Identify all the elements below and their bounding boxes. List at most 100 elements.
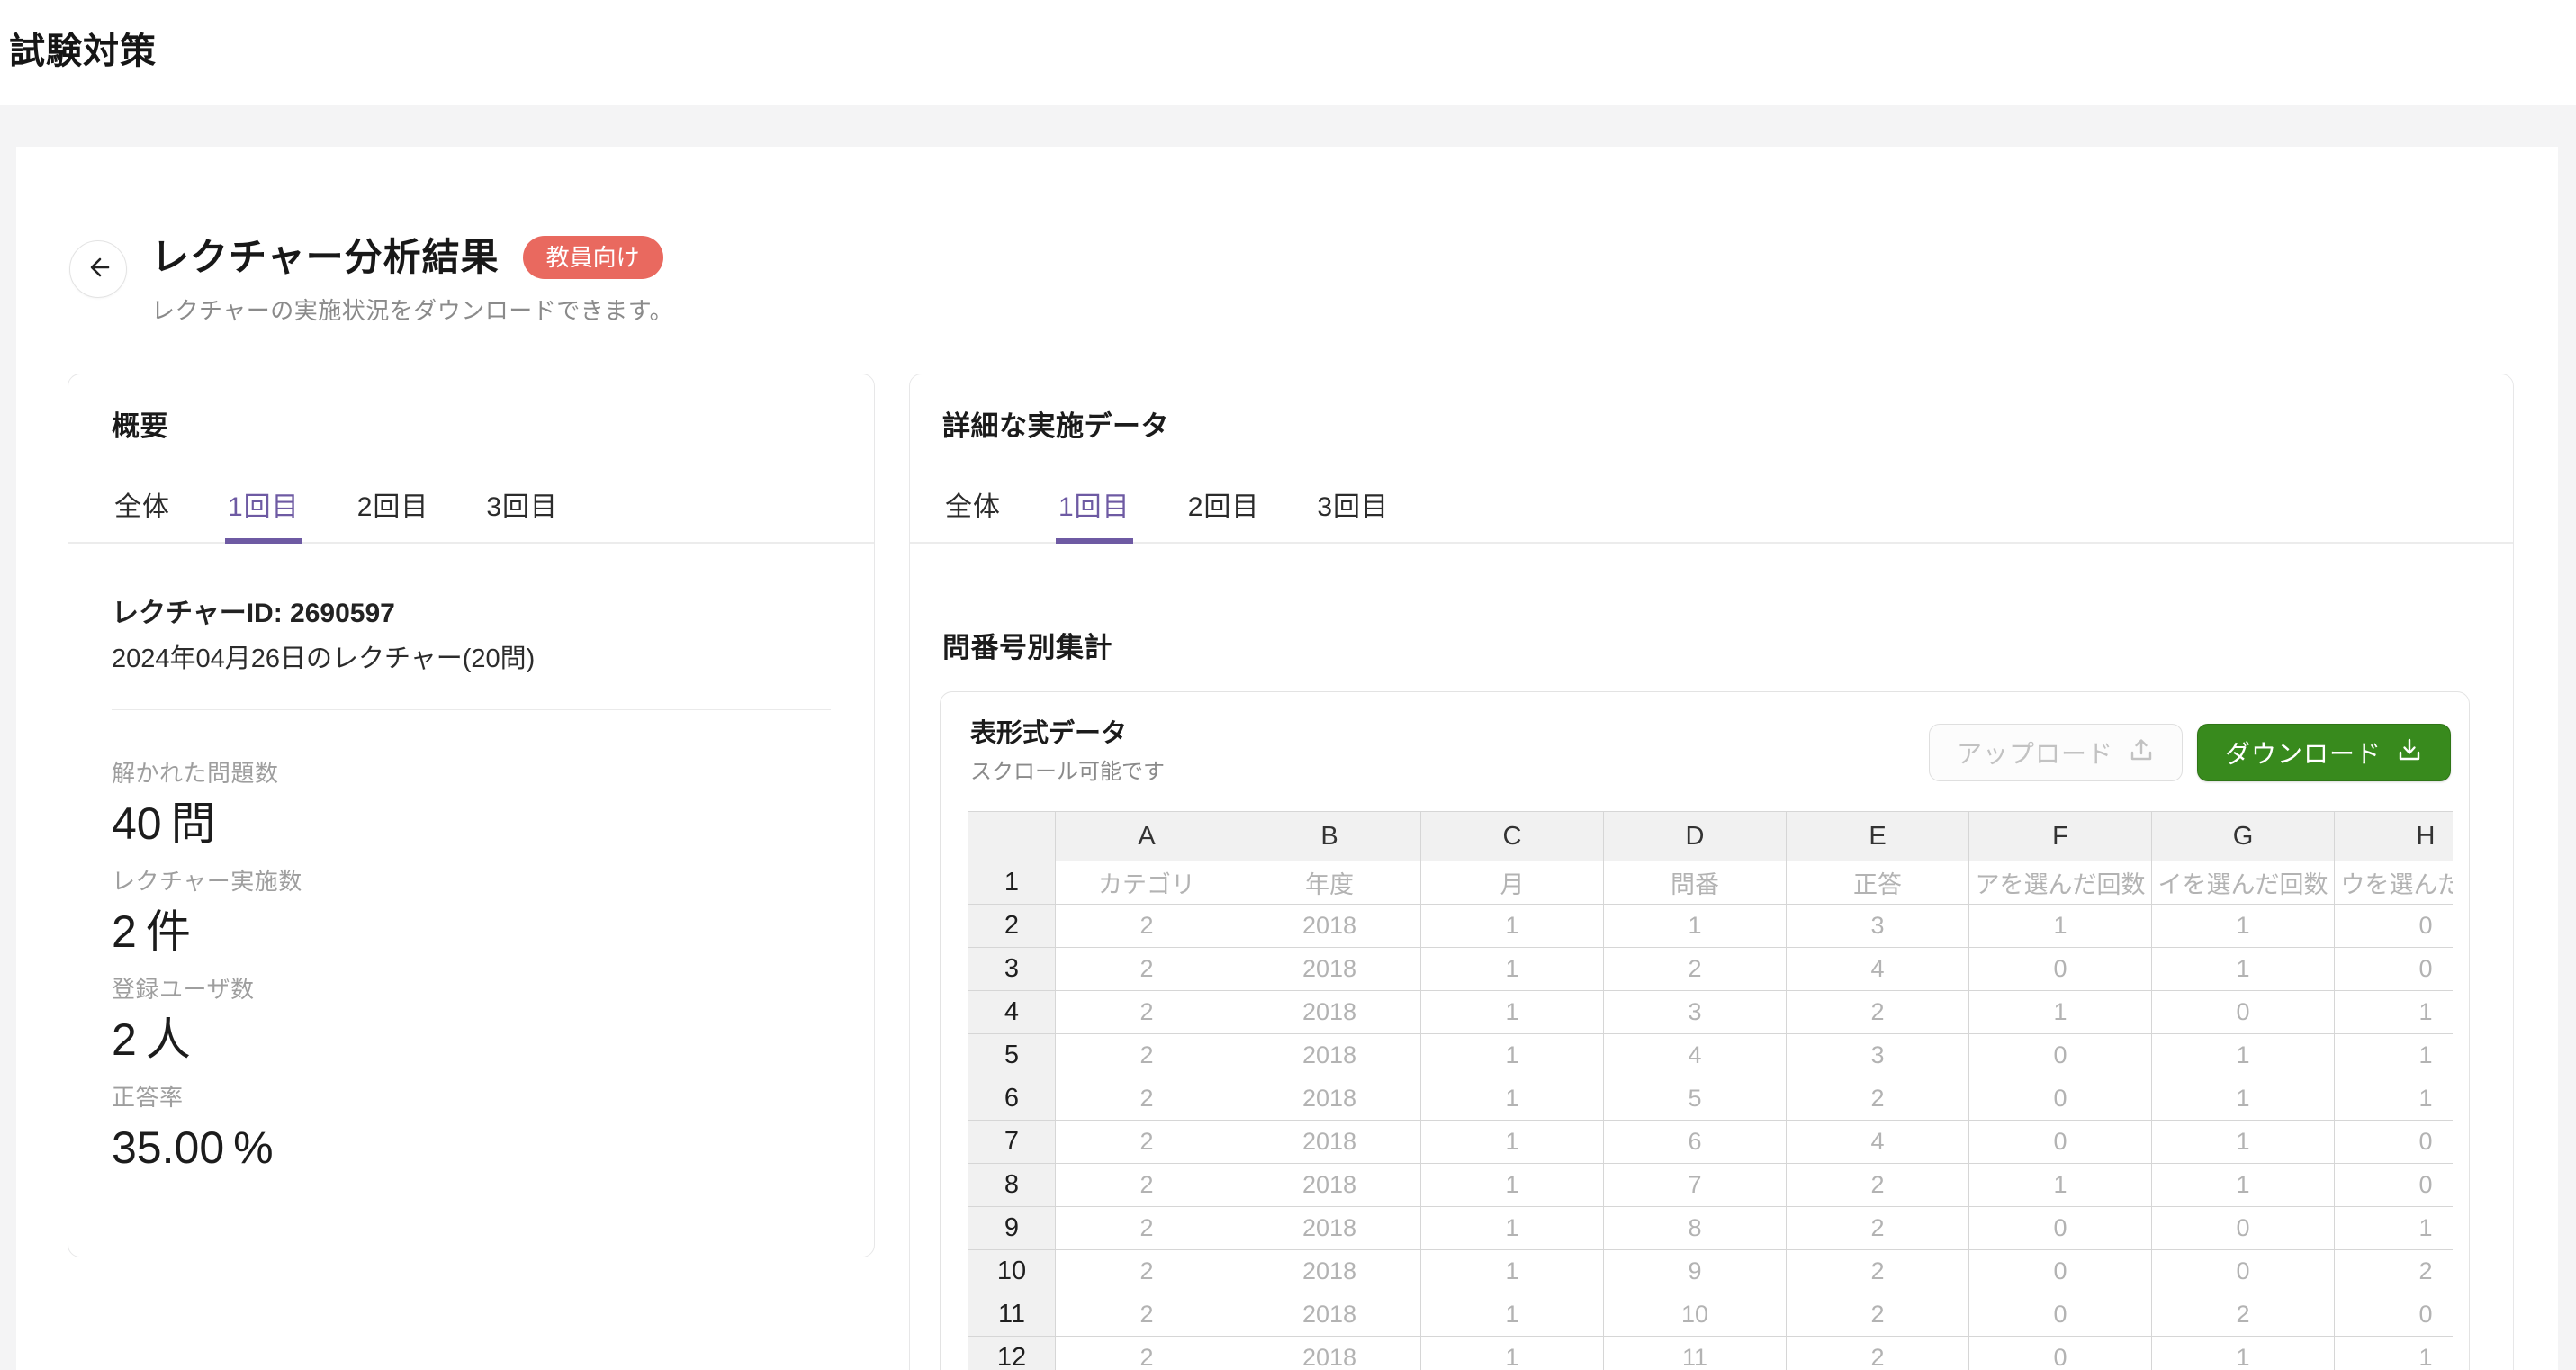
data-cell: 3: [1787, 1034, 1969, 1077]
data-cell: 1: [1421, 905, 1604, 948]
data-cell: 2018: [1238, 1121, 1421, 1164]
data-cell: ウを選んだ回数: [2335, 861, 2454, 905]
data-cell: 2018: [1238, 1207, 1421, 1250]
data-cell: 2: [2335, 1250, 2454, 1293]
data-cell: 1: [2335, 1034, 2454, 1077]
tab-attempt-1[interactable]: 1回目: [1056, 470, 1133, 544]
data-cell: 0: [1969, 1337, 2152, 1370]
overview-panel: 概要 全体1回目2回目3回目 レクチャーID: 2690597 2024年04月…: [68, 374, 875, 1257]
data-cell: 3: [1787, 905, 1969, 948]
data-cell: 1: [2152, 1164, 2335, 1207]
data-cell: 正答: [1787, 861, 1969, 905]
data-cell: 1: [2152, 1077, 2335, 1121]
data-cell: 1: [1421, 1121, 1604, 1164]
data-cell: 0: [1969, 948, 2152, 991]
tab-attempt-3[interactable]: 3回目: [1314, 470, 1392, 544]
data-cell: 1: [1421, 1250, 1604, 1293]
row-number: 9: [968, 1207, 1056, 1250]
row-number: 10: [968, 1250, 1056, 1293]
data-cell: 2: [1787, 1207, 1969, 1250]
data-cell: 0: [1969, 1121, 2152, 1164]
detail-panel-title: 詳細な実施データ: [942, 403, 1169, 444]
data-cell: 2: [1056, 1337, 1238, 1370]
data-cell: 2: [1787, 1077, 1969, 1121]
tab-all[interactable]: 全体: [112, 470, 173, 544]
row-number: 7: [968, 1121, 1056, 1164]
download-button[interactable]: ダウンロード: [2197, 724, 2451, 781]
data-cell: 2018: [1238, 1034, 1421, 1077]
stat-value: 35.00%: [112, 1122, 302, 1174]
row-number: 8: [968, 1164, 1056, 1207]
data-cell: 0: [2335, 1121, 2454, 1164]
data-cell: 2018: [1238, 1250, 1421, 1293]
download-icon: [2396, 736, 2423, 770]
stat-lecture-count: レクチャー実施数2件: [112, 866, 302, 958]
table-row: 422018132101: [968, 991, 2454, 1034]
row-number: 4: [968, 991, 1056, 1034]
row-number: 2: [968, 905, 1056, 948]
data-cell: 5: [1604, 1077, 1787, 1121]
back-button[interactable]: [69, 240, 127, 298]
tab-attempt-3[interactable]: 3回目: [483, 470, 561, 544]
overview-stats: 解かれた問題数40問レクチャー実施数2件登録ユーザ数2人正答率35.00%: [112, 758, 302, 1190]
data-cell: 0: [1969, 1077, 2152, 1121]
per-question-section-title: 問番号別集計: [942, 625, 1112, 665]
arrow-left-icon: [85, 254, 112, 285]
data-cell: 0: [2335, 905, 2454, 948]
table-row: 222018113110: [968, 905, 2454, 948]
stat-correct-rate: 正答率35.00%: [112, 1082, 302, 1174]
data-cell: 2: [1056, 1293, 1238, 1337]
data-cell: 2: [1787, 1250, 1969, 1293]
data-cell: 2: [1787, 1293, 1969, 1337]
data-cell: 2: [1056, 948, 1238, 991]
download-button-label: ダウンロード: [2225, 735, 2382, 771]
data-cell: 2018: [1238, 1337, 1421, 1370]
row-number: 12: [968, 1337, 1056, 1370]
data-cell: 6: [1604, 1121, 1787, 1164]
data-cell: カテゴリ: [1056, 861, 1238, 905]
table-row: 922018182001: [968, 1207, 2454, 1250]
spreadsheet-scroll-area[interactable]: ABCDEFGH1カテゴリ年度月問番正答アを選んだ回数イを選んだ回数ウを選んだ回…: [968, 811, 2453, 1370]
data-cell: 2: [1787, 1337, 1969, 1370]
data-cell: 1: [2152, 1034, 2335, 1077]
analysis-title: レクチャー分析結果: [151, 233, 500, 282]
row-number: 1: [968, 861, 1056, 905]
analysis-subtitle: レクチャーの実施状況をダウンロードできます。: [151, 293, 673, 326]
table-card: 表形式データ スクロール可能です アップロード ダウンロード: [940, 691, 2470, 1370]
tab-attempt-1[interactable]: 1回目: [225, 470, 302, 544]
table-row: 1022018192002: [968, 1250, 2454, 1293]
data-cell: 0: [1969, 1293, 2152, 1337]
overview-tabs: 全体 1回目 2回目 3回目: [68, 470, 874, 544]
data-cell: 2: [1056, 991, 1238, 1034]
detail-tabs: 全体 1回目 2回目 3回目: [910, 470, 2513, 544]
lecture-id: レクチャーID: 2690597: [112, 590, 395, 630]
data-cell: 1: [2152, 948, 2335, 991]
data-cell: 2: [1056, 1121, 1238, 1164]
table-card-title: 表形式データ: [970, 712, 1127, 750]
data-cell: 1: [1421, 1034, 1604, 1077]
data-cell: 4: [1787, 1121, 1969, 1164]
data-cell: 1: [1969, 905, 2152, 948]
tab-all[interactable]: 全体: [942, 470, 1004, 544]
data-cell: 2: [1787, 1164, 1969, 1207]
data-cell: 2: [1604, 948, 1787, 991]
data-cell: 1: [2335, 991, 2454, 1034]
row-number: 5: [968, 1034, 1056, 1077]
data-cell: 1: [1421, 948, 1604, 991]
data-cell: 1: [1421, 1293, 1604, 1337]
tab-attempt-2[interactable]: 2回目: [355, 470, 432, 544]
data-cell: 2018: [1238, 1293, 1421, 1337]
data-cell: 0: [2152, 991, 2335, 1034]
row-number: 11: [968, 1293, 1056, 1337]
data-cell: アを選んだ回数: [1969, 861, 2152, 905]
stat-label: 解かれた問題数: [112, 758, 302, 789]
lecture-name: 2024年04月26日のレクチャー(20問): [112, 637, 535, 675]
data-cell: 1: [1421, 1207, 1604, 1250]
upload-button[interactable]: アップロード: [1929, 724, 2183, 781]
table-actions: アップロード ダウンロード: [1929, 724, 2451, 781]
data-cell: 1: [1604, 905, 1787, 948]
tab-attempt-2[interactable]: 2回目: [1185, 470, 1263, 544]
spreadsheet-table: ABCDEFGH1カテゴリ年度月問番正答アを選んだ回数イを選んだ回数ウを選んだ回…: [968, 811, 2453, 1370]
data-cell: 4: [1787, 948, 1969, 991]
data-cell: 0: [1969, 1034, 2152, 1077]
